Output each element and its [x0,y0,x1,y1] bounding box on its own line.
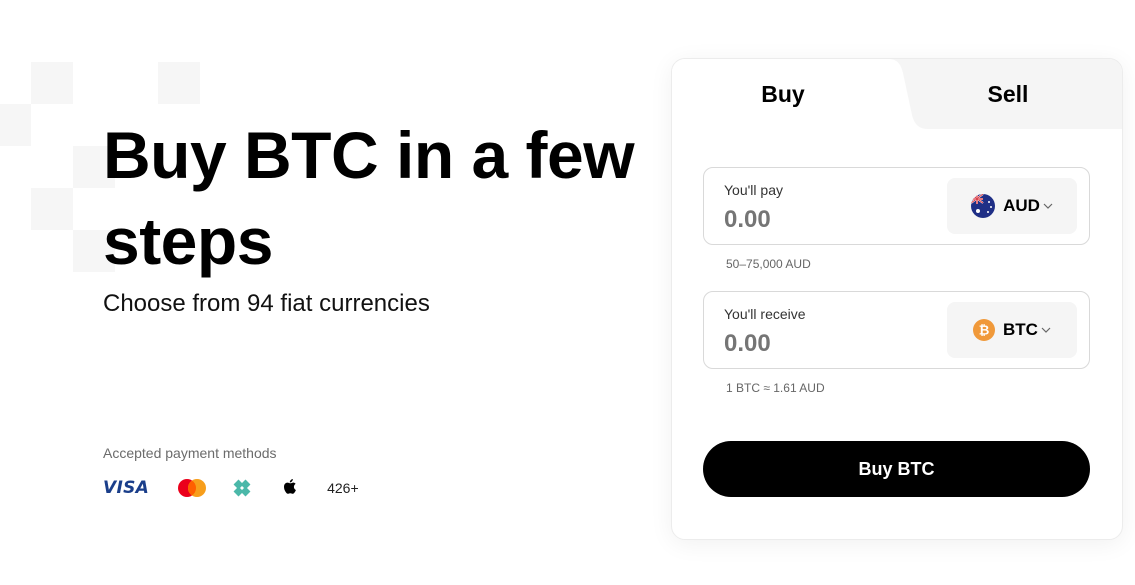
chevron-down-icon [1041,327,1051,333]
trade-widget: Buy Sell You'll pay 0.00 AUD 50–75,000 A… [671,58,1123,540]
payment-methods-label: Accepted payment methods [103,445,277,461]
pay-range-hint: 50–75,000 AUD [726,257,811,271]
page-title: Buy BTC in a few steps [103,118,635,278]
australia-flag-icon [971,194,996,218]
visa-logo: VISA [103,478,150,498]
pix-logo [231,477,253,499]
apple-pay-logo [281,478,299,498]
svg-text:₿: ₿ [979,324,990,339]
receive-currency-code: BTC [1003,320,1038,339]
pay-amount-field: You'll pay 0.00 AUD [703,167,1090,245]
receive-amount-field: You'll receive ₿ BTC [703,291,1090,369]
more-payment-methods-count: 426+ [327,480,359,496]
pay-amount-input[interactable] [724,206,914,234]
bitcoin-icon: ₿ [973,319,996,341]
mastercard-logo [177,478,207,498]
tab-sell[interactable]: Sell [894,59,1122,129]
buy-btc-button[interactable]: Buy BTC [703,441,1090,497]
buy-sell-tabs: Buy Sell [672,59,1122,129]
chevron-down-icon [1043,203,1053,209]
pay-label: You'll pay [724,182,783,198]
page-subtitle: Choose from 94 fiat currencies [103,290,430,317]
receive-currency-selector[interactable]: ₿ BTC [947,302,1077,358]
pay-currency-code: AUD [1003,196,1040,215]
receive-label: You'll receive [724,306,806,322]
tab-buy[interactable]: Buy [672,59,894,129]
pay-currency-selector[interactable]: AUD [947,178,1077,234]
exchange-rate-hint: 1 BTC ≈ 1.61 AUD [726,381,825,395]
payment-methods-list: VISA 426+ [103,474,359,502]
receive-amount-input[interactable] [724,330,914,358]
